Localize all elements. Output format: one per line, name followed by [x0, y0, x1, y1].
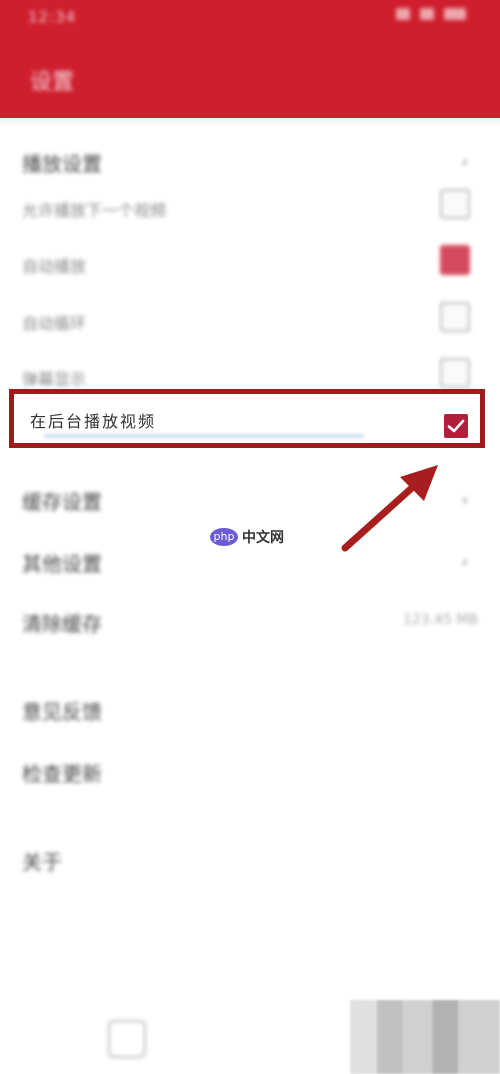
- settings-checkbox[interactable]: [440, 358, 470, 388]
- watermark-text: 中文网: [242, 530, 284, 546]
- settings-row-label: 播放设置: [22, 152, 102, 176]
- mosaic-overlay: [350, 1000, 500, 1074]
- settings-row-label: 缓存设置: [22, 490, 102, 514]
- settings-row-label: 自动播放: [22, 257, 87, 276]
- watermark-logo: php: [210, 528, 238, 546]
- settings-row-label: 清除缓存: [22, 612, 102, 636]
- settings-row-label: 检查更新: [22, 762, 102, 786]
- background-play-checkbox[interactable]: [444, 414, 468, 438]
- status-bar: 12:34: [0, 0, 500, 36]
- background-play-label: 在后台播放视频: [30, 412, 157, 431]
- settings-row-label: 弹幕显示: [22, 370, 87, 389]
- annotation-arrow-icon: [341, 465, 438, 552]
- settings-row-label: 关于: [22, 850, 62, 874]
- settings-row-label: 其他设置: [22, 552, 102, 576]
- watermark: php 中文网: [210, 527, 284, 547]
- header-divider: [0, 118, 500, 126]
- app-header: 12:34 设置: [0, 0, 500, 118]
- home-icon[interactable]: [108, 1020, 146, 1058]
- signal-icon: [396, 8, 410, 20]
- battery-icon: [444, 8, 466, 20]
- status-icons: [396, 8, 466, 20]
- highlighted-setting-row[interactable]: 在后台播放视频: [9, 389, 485, 448]
- chevron-right-icon: ›: [461, 490, 468, 509]
- checkmark-icon: [447, 419, 465, 433]
- settings-row-value: 123.45 MB: [402, 612, 478, 628]
- settings-checkbox[interactable]: [440, 189, 470, 219]
- settings-checkbox[interactable]: [440, 245, 470, 275]
- settings-row-label: 意见反馈: [22, 700, 102, 724]
- settings-row-label: 允许播放下一个视频: [22, 201, 167, 220]
- settings-checkbox[interactable]: [440, 302, 470, 332]
- status-time: 12:34: [28, 8, 77, 26]
- settings-row-label: 自动循环: [22, 314, 87, 333]
- wifi-icon: [420, 8, 434, 20]
- chevron-right-icon: ›: [461, 152, 468, 171]
- chevron-right-icon: ›: [461, 552, 468, 571]
- page-title: 设置: [30, 70, 75, 95]
- setting-description: [44, 434, 364, 438]
